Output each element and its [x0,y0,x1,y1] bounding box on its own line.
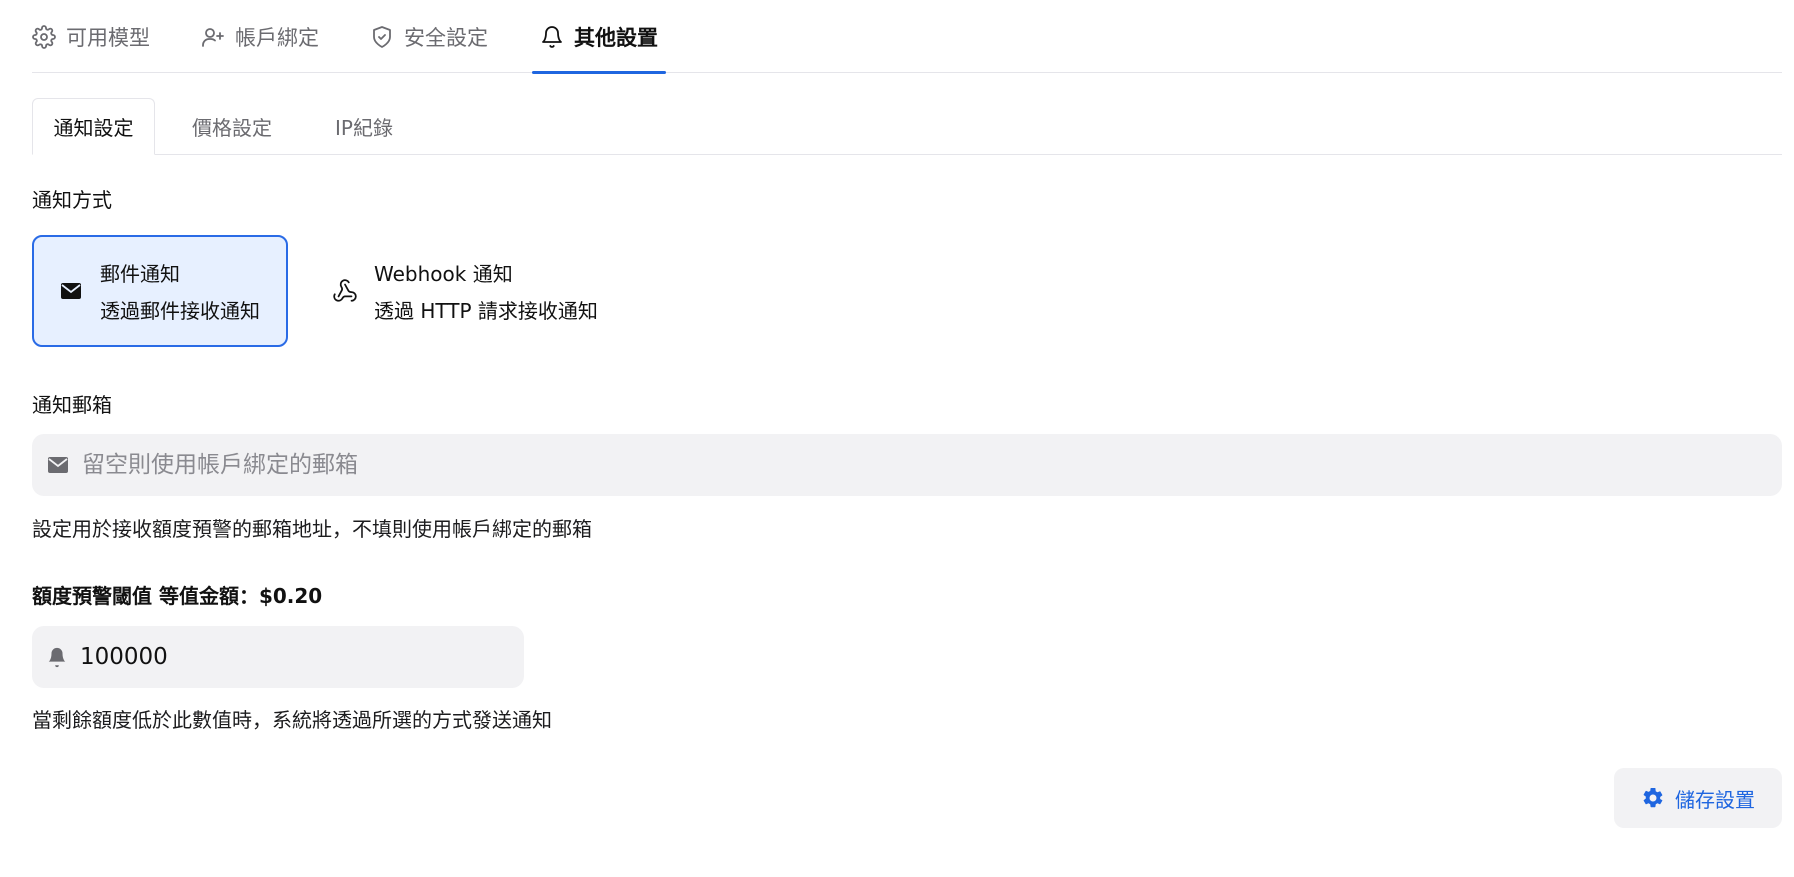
user-plus-icon [202,27,224,47]
option-desc: 透過 HTTP 請求接收通知 [374,299,598,323]
quota-threshold-input[interactable] [80,626,524,688]
quota-threshold-field[interactable] [32,626,524,688]
tab-label: 可用模型 [66,25,150,50]
notify-email-help: 設定用於接收額度預警的郵箱地址，不填則使用帳戶綁定的郵箱 [32,517,592,541]
tab-available-models[interactable]: 可用模型 [32,0,150,73]
quota-threshold-help: 當剩餘額度低於此數值時，系統將透過所選的方式發送通知 [32,708,552,732]
tab-label: 其他設置 [574,25,658,50]
tab-label: 帳戶綁定 [235,25,319,50]
quota-threshold-label: 額度預警閾值 等值金額：$0.20 [32,584,323,608]
subtab-notification-settings[interactable]: 通知設定 [32,98,155,155]
notify-email-label: 通知郵箱 [32,393,112,417]
mail-icon [58,278,84,304]
email-notification-option[interactable]: 郵件通知 透過郵件接收通知 [32,235,288,347]
sub-tab-bar: 通知設定 價格設定 IP紀錄 [32,98,1782,155]
gear-icon [32,24,56,49]
mail-icon [46,453,70,477]
subtab-ip-records[interactable]: IP紀錄 [314,98,414,155]
tab-account-binding[interactable]: 帳戶綁定 [201,0,319,73]
tab-label: 安全設定 [404,25,488,50]
option-title: Webhook 通知 [374,262,513,286]
bell-icon [542,25,562,48]
notify-email-input[interactable] [82,434,1782,496]
notify-email-field[interactable] [32,434,1782,496]
subtab-label: 價格設定 [192,116,272,140]
subtab-label: IP紀錄 [335,116,393,140]
webhook-notification-option[interactable]: Webhook 通知 透過 HTTP 請求接收通知 [310,235,640,347]
notify-method-label: 通知方式 [32,188,112,212]
tab-security-settings[interactable]: 安全設定 [370,0,488,73]
subtab-label: 通知設定 [53,116,134,140]
option-desc: 透過郵件接收通知 [100,299,260,323]
tab-other-settings[interactable]: 其他設置 [532,0,666,74]
bell-icon [46,645,68,669]
settings-page: 可用模型 帳戶綁定 安全設定 其他設置 通知設定 價格設定 IP紀錄 通知方式 … [0,0,1794,877]
active-tab-indicator [532,71,666,74]
subtab-price-settings[interactable]: 價格設定 [177,98,287,155]
webhook-icon [332,278,358,304]
save-button-label: 儲存設置 [1675,787,1755,812]
option-title: 郵件通知 [100,262,180,286]
save-settings-button[interactable]: 儲存設置 [1614,768,1782,828]
shield-check-icon [373,25,391,48]
gear-icon [1643,787,1663,808]
top-tab-bar: 可用模型 帳戶綁定 安全設定 其他設置 [32,0,1782,74]
